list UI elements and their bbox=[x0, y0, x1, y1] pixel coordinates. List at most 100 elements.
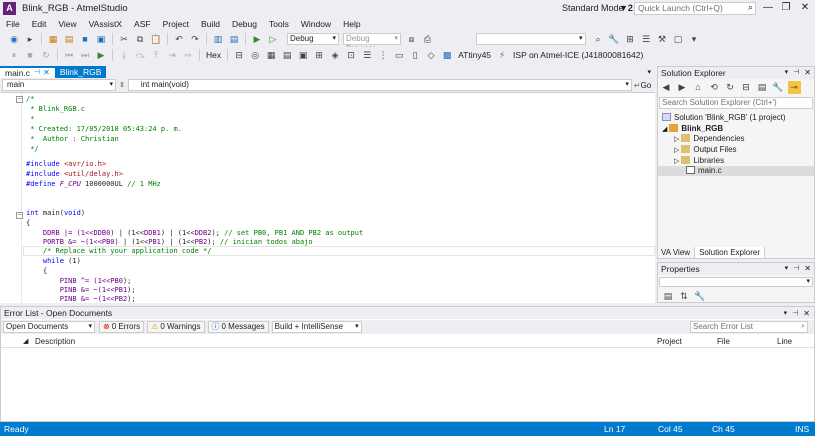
undo-icon[interactable]: ↶ bbox=[173, 33, 186, 46]
registers-icon[interactable]: ▦ bbox=[265, 49, 278, 62]
build-icon[interactable]: ▥ bbox=[212, 33, 225, 46]
tool-icon[interactable]: ⚡ bbox=[496, 49, 509, 62]
stop-icon[interactable]: ■ bbox=[24, 49, 37, 62]
menu-project[interactable]: Project bbox=[157, 18, 195, 30]
column-header-file[interactable]: File bbox=[717, 336, 730, 348]
wrench-icon[interactable]: 🔧 bbox=[772, 81, 785, 94]
cut-icon[interactable]: ✂ bbox=[118, 33, 131, 46]
messages-filter-button[interactable]: ⓘ 0 Messages bbox=[207, 321, 269, 333]
close-button[interactable]: ✕ bbox=[797, 1, 813, 15]
fold-toggle-icon[interactable]: − bbox=[16, 96, 23, 103]
notification-flag-icon[interactable]: ▼2 bbox=[619, 3, 633, 13]
tree-item-libraries[interactable]: ▷ Libraries bbox=[674, 156, 724, 166]
close-icon[interactable]: ✕ bbox=[43, 68, 50, 78]
tab-va-view[interactable]: VA View bbox=[657, 247, 694, 259]
panel-menu-icon[interactable]: ▾ bbox=[785, 67, 789, 79]
error-list-search[interactable]: Search Error List ⌕ bbox=[690, 321, 808, 333]
run-to-cursor-icon[interactable]: ⇥ bbox=[166, 49, 179, 62]
panel-menu-icon[interactable]: ▾ bbox=[785, 263, 789, 275]
close-icon[interactable]: ✕ bbox=[803, 309, 810, 318]
column-header-line[interactable]: Line bbox=[777, 336, 792, 348]
save-icon[interactable]: ■ bbox=[79, 33, 92, 46]
menu-build[interactable]: Build bbox=[195, 18, 226, 30]
expand-toggle-icon[interactable]: ▷ bbox=[674, 158, 679, 165]
run-icon[interactable]: ▶ bbox=[95, 49, 108, 62]
processor-view-icon[interactable]: ▣ bbox=[297, 49, 310, 62]
menu-tools[interactable]: Tools bbox=[263, 18, 295, 30]
go-icon[interactable]: ↵ bbox=[634, 81, 641, 90]
hex-toggle[interactable]: Hex bbox=[203, 50, 224, 60]
show-next-statement-icon[interactable]: ⇨ bbox=[182, 49, 195, 62]
minimize-button[interactable]: — bbox=[760, 1, 776, 15]
menu-debug[interactable]: Debug bbox=[226, 18, 263, 30]
menu-view[interactable]: View bbox=[52, 18, 82, 30]
open-file-icon[interactable]: ▤ bbox=[63, 33, 76, 46]
threads-icon[interactable]: ⋮ bbox=[377, 49, 390, 62]
start-without-debugging-icon[interactable]: ▷ bbox=[267, 33, 280, 46]
collapse-all-icon[interactable]: ⊟ bbox=[740, 81, 753, 94]
menu-window[interactable]: Window bbox=[295, 18, 337, 30]
step-into-icon[interactable]: ⤓ bbox=[118, 49, 131, 62]
redo-icon[interactable]: ↷ bbox=[189, 33, 202, 46]
wrench-icon[interactable]: 🔧 bbox=[608, 33, 621, 46]
error-scope-select[interactable]: Open Documents ▾ bbox=[3, 321, 95, 333]
pin-icon[interactable]: ⊣ bbox=[793, 263, 799, 275]
menu-vassistx[interactable]: VAssistX bbox=[83, 18, 128, 30]
menu-edit[interactable]: Edit bbox=[26, 18, 53, 30]
configuration-select[interactable]: Debug ▾ bbox=[287, 33, 339, 45]
attach-icon[interactable]: ⧈ bbox=[405, 33, 418, 46]
sync-icon[interactable]: ⟲ bbox=[708, 81, 721, 94]
panel-menu-icon[interactable]: ▾ bbox=[784, 309, 788, 317]
tab-blink-rgb[interactable]: Blink_RGB bbox=[54, 66, 107, 78]
trace-icon[interactable]: ◇ bbox=[425, 49, 438, 62]
pin-icon[interactable]: ⊣ bbox=[793, 67, 799, 79]
expand-toggle-icon[interactable]: ▷ bbox=[674, 147, 679, 154]
build-filter-select[interactable]: Build + IntelliSense ▾ bbox=[271, 321, 362, 333]
tool-selector[interactable]: ISP on Atmel-ICE (J41800081642) bbox=[510, 50, 646, 60]
tab-main-c[interactable]: main.c ⊣ ✕ bbox=[0, 66, 55, 78]
fold-toggle-icon[interactable]: − bbox=[16, 212, 23, 219]
back-icon[interactable]: ◉ bbox=[8, 33, 21, 46]
find-icon[interactable]: ⌕ bbox=[592, 33, 605, 46]
quick-launch-input[interactable]: Quick Launch (Ctrl+Q) bbox=[634, 2, 756, 15]
rebuild-icon[interactable]: ▤ bbox=[228, 33, 241, 46]
tab-solution-explorer[interactable]: Solution Explorer bbox=[694, 246, 765, 259]
watch-icon[interactable]: ◈ bbox=[329, 49, 342, 62]
forward-icon[interactable]: ▸ bbox=[24, 33, 37, 46]
start-debugging-icon[interactable]: ▶ bbox=[251, 33, 264, 46]
menu-help[interactable]: Help bbox=[337, 18, 366, 30]
tree-item-dependencies[interactable]: ▷ Dependencies bbox=[674, 134, 745, 144]
code-editor[interactable]: − − /* * Blink_RGB.c * * Created: 17/05/… bbox=[0, 93, 655, 303]
scope-select[interactable]: main ▾ bbox=[2, 79, 116, 91]
call-stack-icon[interactable]: ☰ bbox=[361, 49, 374, 62]
debug-browser-select[interactable]: Debug Browser▾ bbox=[343, 33, 401, 53]
options-icon[interactable]: ▾ bbox=[688, 33, 701, 46]
disassembly-icon[interactable]: ⊟ bbox=[233, 49, 246, 62]
errors-filter-button[interactable]: ⊗ 0 Errors bbox=[99, 321, 145, 333]
refresh-icon[interactable]: ↻ bbox=[724, 81, 737, 94]
continue-icon[interactable]: ⏭ bbox=[79, 49, 92, 62]
io-view-icon[interactable]: ⊞ bbox=[313, 49, 326, 62]
close-icon[interactable]: ✕ bbox=[804, 263, 811, 275]
tree-item-main-c[interactable]: main.c bbox=[658, 166, 814, 176]
pause-icon[interactable]: ⏸ bbox=[8, 49, 21, 62]
function-select[interactable]: int main(void) ▾ bbox=[127, 79, 632, 91]
pin-icon[interactable]: ⊣ bbox=[792, 309, 798, 317]
locals-icon[interactable]: ⊡ bbox=[345, 49, 358, 62]
restart-icon[interactable]: ↻ bbox=[40, 49, 53, 62]
column-header-description[interactable]: Description bbox=[35, 336, 75, 348]
new-project-icon[interactable]: ▦ bbox=[47, 33, 60, 46]
tree-item-solution[interactable]: Solution 'Blink_RGB' (1 project) bbox=[662, 113, 786, 123]
back-icon[interactable]: ◀ bbox=[660, 81, 673, 94]
terminal-icon[interactable]: ▯ bbox=[409, 49, 422, 62]
expand-toggle-icon[interactable]: ◢ bbox=[662, 126, 667, 133]
find-combo[interactable]: ▾ bbox=[475, 33, 586, 45]
properties-icon[interactable]: ☰ bbox=[640, 33, 653, 46]
device-selector[interactable]: ATtiny45 bbox=[455, 50, 494, 60]
output-icon[interactable]: ▭ bbox=[393, 49, 406, 62]
mode-label[interactable]: Standard Mode bbox=[562, 3, 624, 13]
menu-file[interactable]: File bbox=[0, 18, 26, 30]
breakpoints-icon[interactable]: ◎ bbox=[249, 49, 262, 62]
tree-item-output-files[interactable]: ▷ Output Files bbox=[674, 145, 737, 155]
break-all-icon[interactable]: ⏮ bbox=[63, 49, 76, 62]
